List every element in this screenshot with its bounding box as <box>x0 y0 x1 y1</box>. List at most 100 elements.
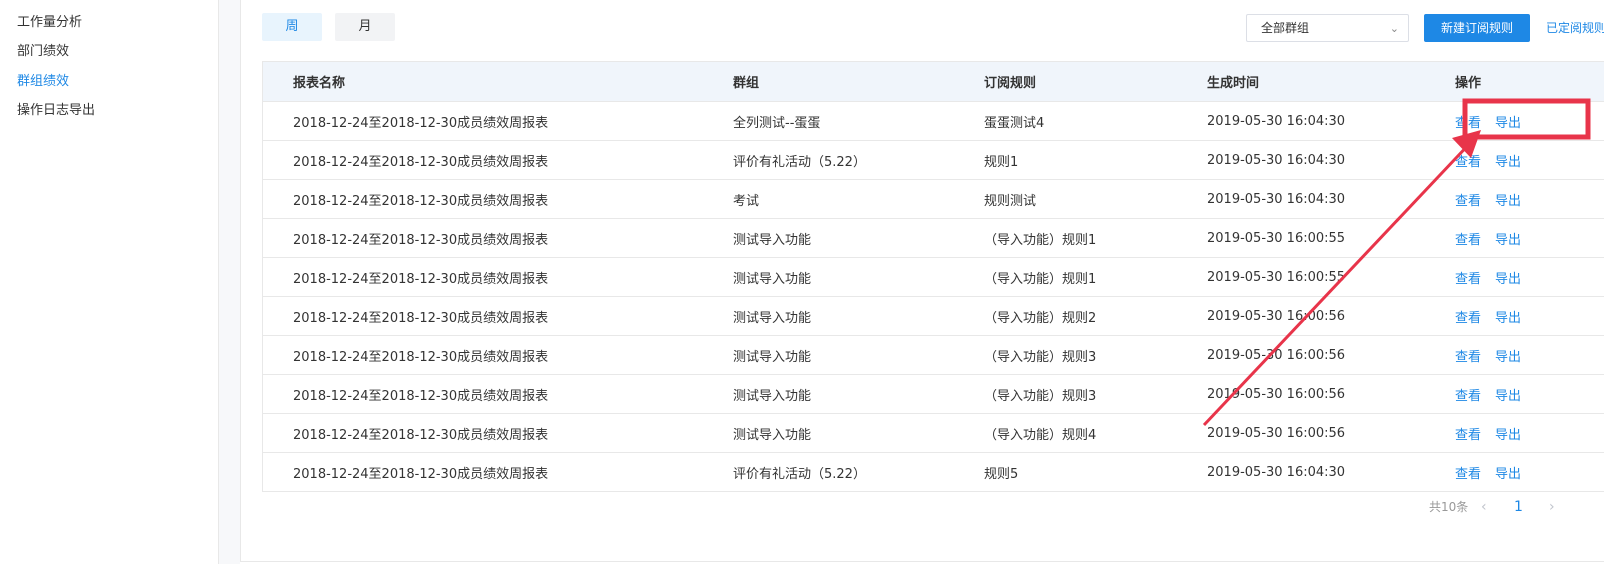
time-cell: 2019-05-30 16:00:55 <box>1207 230 1346 246</box>
header-group: 群组 <box>733 76 760 91</box>
rule-cell: （导入功能）规则3 <box>984 388 1097 404</box>
report-table: 报表名称 群组 订阅规则 生成时间 操作 2018-12-24至2018-12-… <box>262 61 1604 492</box>
sidebar-item-log-export[interactable]: 操作日志导出 <box>17 101 95 121</box>
view-link[interactable]: 查看 <box>1455 307 1481 326</box>
sidebar-item-group[interactable]: 群组绩效 <box>17 72 69 92</box>
view-link[interactable]: 查看 <box>1455 346 1481 365</box>
header-report-name: 报表名称 <box>293 76 346 91</box>
view-link[interactable]: 查看 <box>1455 190 1481 209</box>
report-name-cell: 2018-12-24至2018-12-30成员绩效周报表 <box>293 271 549 287</box>
report-name-cell: 2018-12-24至2018-12-30成员绩效周报表 <box>293 466 549 482</box>
export-link[interactable]: 导出 <box>1495 307 1521 326</box>
sidebar-item-workload[interactable]: 工作量分析 <box>17 13 82 33</box>
time-cell: 2019-05-30 16:00:56 <box>1207 386 1346 402</box>
time-cell: 2019-05-30 16:00:56 <box>1207 308 1346 324</box>
view-link[interactable]: 查看 <box>1455 424 1481 443</box>
report-name-cell: 2018-12-24至2018-12-30成员绩效周报表 <box>293 154 549 170</box>
export-link[interactable]: 导出 <box>1495 112 1521 131</box>
time-cell: 2019-05-30 16:00:56 <box>1207 425 1346 441</box>
rule-cell: （导入功能）规则4 <box>984 427 1097 443</box>
rule-cell: （导入功能）规则1 <box>984 271 1097 287</box>
chevron-down-icon: ⌄ <box>1389 22 1399 35</box>
report-name-cell: 2018-12-24至2018-12-30成员绩效周报表 <box>293 349 549 365</box>
actions-cell: 查看 导出 <box>1455 219 1521 257</box>
header-time: 生成时间 <box>1207 76 1260 91</box>
actions-cell: 查看 导出 <box>1455 336 1521 374</box>
table-row: 2018-12-24至2018-12-30成员绩效周报表 测试导入功能 （导入功能）… <box>263 375 1604 414</box>
report-name-cell: 2018-12-24至2018-12-30成员绩效周报表 <box>293 193 549 209</box>
view-link[interactable]: 查看 <box>1455 229 1481 248</box>
table-body: 2018-12-24至2018-12-30成员绩效周报表 全列测试--蛋蛋 蛋蛋测试… <box>263 102 1604 492</box>
rule-cell: 蛋蛋测试4 <box>984 115 1045 131</box>
page-1-button[interactable]: 1 <box>1514 497 1523 517</box>
group-cell: 测试导入功能 <box>733 271 812 287</box>
report-name-cell: 2018-12-24至2018-12-30成员绩效周报表 <box>293 427 549 443</box>
table-row: 2018-12-24至2018-12-30成员绩效周报表 评价有礼活动（5.22）… <box>263 453 1604 492</box>
table-row: 2018-12-24至2018-12-30成员绩效周报表 考试 规则测试 2019-0… <box>263 180 1604 219</box>
group-cell: 评价有礼活动（5.22） <box>733 154 866 170</box>
export-link[interactable]: 导出 <box>1495 268 1521 287</box>
header-rule: 订阅规则 <box>984 76 1037 91</box>
main-panel: 周 月 全部群组 ⌄ 新建订阅规则 已定阅规则 报表名称 群组 订阅规则 生成时… <box>240 0 1604 562</box>
content-gutter <box>219 0 240 564</box>
rule-cell: 规则5 <box>984 466 1019 482</box>
group-cell: 测试导入功能 <box>733 310 812 326</box>
actions-cell: 查看 导出 <box>1455 414 1521 452</box>
report-name-cell: 2018-12-24至2018-12-30成员绩效周报表 <box>293 115 549 131</box>
pagination-total: 共10条 <box>1429 500 1469 514</box>
table-header: 报表名称 群组 订阅规则 生成时间 操作 <box>263 62 1604 102</box>
table-row: 2018-12-24至2018-12-30成员绩效周报表 测试导入功能 （导入功能）… <box>263 297 1604 336</box>
time-cell: 2019-05-30 16:00:55 <box>1207 269 1346 285</box>
actions-cell: 查看 导出 <box>1455 180 1521 218</box>
report-name-cell: 2018-12-24至2018-12-30成员绩效周报表 <box>293 388 549 404</box>
group-cell: 测试导入功能 <box>733 388 812 404</box>
tab-week[interactable]: 周 <box>262 13 322 41</box>
time-cell: 2019-05-30 16:04:30 <box>1207 113 1346 129</box>
sidebar-item-department[interactable]: 部门绩效 <box>17 42 69 62</box>
table-row: 2018-12-24至2018-12-30成员绩效周报表 测试导入功能 （导入功能）… <box>263 219 1604 258</box>
actions-cell: 查看 导出 <box>1455 453 1521 491</box>
export-link[interactable]: 导出 <box>1495 463 1521 482</box>
prev-page-button[interactable]: ‹ <box>1481 497 1487 517</box>
export-link[interactable]: 导出 <box>1495 346 1521 365</box>
export-link[interactable]: 导出 <box>1495 151 1521 170</box>
export-link[interactable]: 导出 <box>1495 424 1521 443</box>
rule-cell: （导入功能）规则3 <box>984 349 1097 365</box>
group-select-value: 全部群组 <box>1261 21 1310 35</box>
time-cell: 2019-05-30 16:04:30 <box>1207 191 1346 207</box>
time-cell: 2019-05-30 16:00:56 <box>1207 347 1346 363</box>
view-link[interactable]: 查看 <box>1455 112 1481 131</box>
view-link[interactable]: 查看 <box>1455 151 1481 170</box>
table-row: 2018-12-24至2018-12-30成员绩效周报表 评价有礼活动（5.22）… <box>263 141 1604 180</box>
next-page-button[interactable]: › <box>1549 497 1555 517</box>
rule-cell: （导入功能）规则2 <box>984 310 1097 326</box>
rule-cell: 规则测试 <box>984 193 1037 209</box>
subscribed-rules-link[interactable]: 已定阅规则 <box>1546 14 1604 42</box>
rule-cell: 规则1 <box>984 154 1019 170</box>
group-select[interactable]: 全部群组 ⌄ <box>1246 14 1409 42</box>
group-cell: 评价有礼活动（5.22） <box>733 466 866 482</box>
export-link[interactable]: 导出 <box>1495 190 1521 209</box>
group-cell: 测试导入功能 <box>733 349 812 365</box>
sidebar: 工作量分析 部门绩效 群组绩效 操作日志导出 <box>0 0 219 564</box>
header-actions: 操作 <box>1455 76 1482 91</box>
view-link[interactable]: 查看 <box>1455 268 1481 287</box>
actions-cell: 查看 导出 <box>1455 258 1521 296</box>
actions-cell: 查看 导出 <box>1455 102 1521 140</box>
tab-month[interactable]: 月 <box>335 13 395 41</box>
view-link[interactable]: 查看 <box>1455 463 1481 482</box>
report-name-cell: 2018-12-24至2018-12-30成员绩效周报表 <box>293 310 549 326</box>
view-link[interactable]: 查看 <box>1455 385 1481 404</box>
group-cell: 测试导入功能 <box>733 232 812 248</box>
table-row: 2018-12-24至2018-12-30成员绩效周报表 测试导入功能 （导入功能）… <box>263 258 1604 297</box>
group-cell: 考试 <box>733 193 760 209</box>
time-cell: 2019-05-30 16:04:30 <box>1207 464 1346 480</box>
actions-cell: 查看 导出 <box>1455 141 1521 179</box>
export-link[interactable]: 导出 <box>1495 385 1521 404</box>
table-row: 2018-12-24至2018-12-30成员绩效周报表 全列测试--蛋蛋 蛋蛋测试… <box>263 102 1604 141</box>
rule-cell: （导入功能）规则1 <box>984 232 1097 248</box>
new-rule-button[interactable]: 新建订阅规则 <box>1424 14 1530 42</box>
export-link[interactable]: 导出 <box>1495 229 1521 248</box>
actions-cell: 查看 导出 <box>1455 297 1521 335</box>
group-cell: 全列测试--蛋蛋 <box>733 115 821 131</box>
